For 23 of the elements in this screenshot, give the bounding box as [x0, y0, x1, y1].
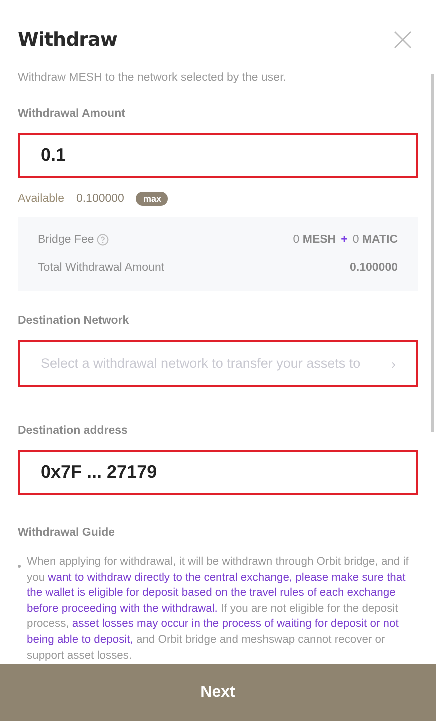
- bullet-icon: [18, 565, 21, 568]
- dialog-title: Withdraw: [18, 29, 118, 51]
- help-icon[interactable]: [97, 234, 110, 246]
- dialog-description: Withdraw MESH to the network selected by the user.: [18, 72, 288, 84]
- field-label: Withdrawal Amount: [18, 108, 126, 120]
- guide-title: Withdrawal Guide: [18, 527, 116, 539]
- fee-value: 0 MATIC: [352, 234, 398, 246]
- total-label: Total Withdrawal Amount: [38, 262, 165, 274]
- guide-paragraph: When applying for withdrawal, it will be withdrawn through Orbit bridge, and if you want to withdraw directly to the central exchange, please make sure that the wallet is eligible for deposit based on the travel rules of each exchange before proceeding with the withdrawal. If you are not eligible for the deposit process, asset losses may occur in the process of waiting for deposit or not being able to deposit, and Orbit bridge and meshswap cannot recover or support asset losses.: [27, 555, 410, 664]
- field-label: Destination Network: [18, 315, 130, 327]
- fee-value: 0 MESH: [293, 234, 336, 246]
- next-button[interactable]: Next: [0, 664, 436, 721]
- total-value: 0.100000: [350, 262, 398, 274]
- fee-label: Bridge Fee: [38, 234, 94, 246]
- scrollbar[interactable]: [431, 74, 434, 432]
- plus-sign: +: [341, 234, 348, 246]
- close-icon[interactable]: [394, 31, 412, 49]
- amount-input-field[interactable]: 0.1: [18, 133, 418, 178]
- available-label: Available: [18, 193, 64, 205]
- address-input-field[interactable]: 0x7F ... 27179: [18, 450, 418, 495]
- field-label: Destination address: [18, 425, 129, 437]
- available-value: 0.100000: [76, 193, 124, 205]
- max-button[interactable]: max: [136, 192, 168, 206]
